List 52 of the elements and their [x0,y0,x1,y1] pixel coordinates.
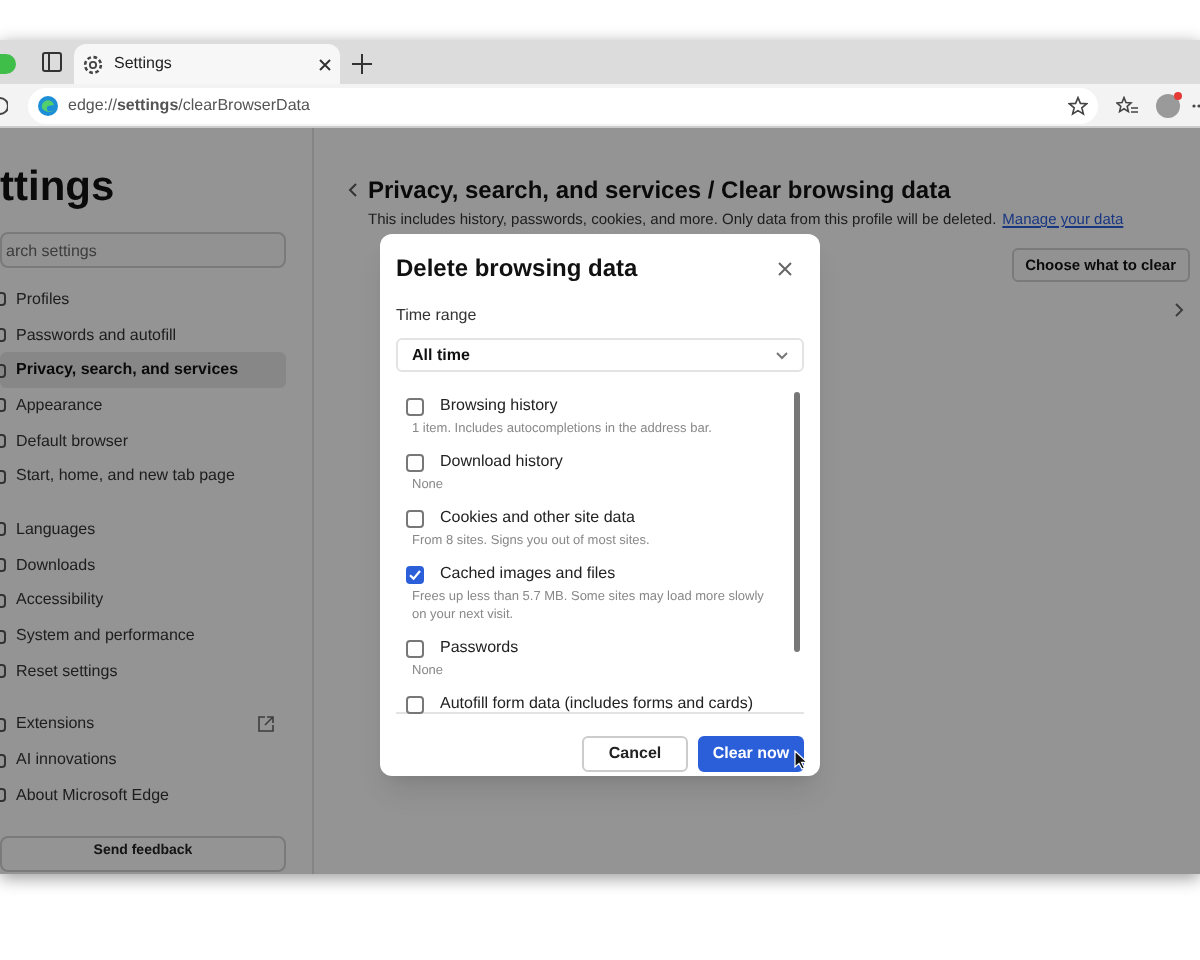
time-range-label: Time range [396,304,479,328]
sidebar-item[interactable]: Languages [0,512,286,548]
search-field[interactable]: arch settings [0,232,286,268]
option-label: Passwords [440,636,519,660]
sidebar-item[interactable]: Passwords and autofill [0,317,286,353]
sidebar-item[interactable]: System and performance [0,618,286,654]
browser-logo-icon [38,95,58,115]
checkbox[interactable] [406,397,424,415]
sidebar-item[interactable]: Reset settings [0,653,286,690]
gear-icon [82,53,104,75]
sidebar-item[interactable]: Default browser [0,423,286,459]
star-icon[interactable] [1068,95,1088,115]
checkbox[interactable] [406,639,424,657]
option-label: Cookies and other site data [440,506,635,530]
checkbox[interactable] [406,453,424,471]
back-icon[interactable] [348,182,358,198]
sidebar-item[interactable]: Extensions [0,707,286,743]
close-icon[interactable] [318,57,332,71]
checkbox[interactable] [406,565,424,583]
checkbox[interactable] [406,695,424,713]
profile-avatar[interactable] [1156,93,1180,117]
scrollbar[interactable] [794,392,800,652]
sidebar-item[interactable]: Profiles [0,282,286,318]
mouse-cursor-icon [794,750,808,770]
option-label: Download history [440,450,563,474]
option-label: Cached images and files [440,562,616,586]
sidebar-item[interactable]: About Microsoft Edge [0,777,286,814]
favorites-icon[interactable] [1116,95,1138,115]
sidebar-item[interactable]: Start, home, and new tab page [0,458,286,495]
url-text: edge://settings/clearBrowserData [68,93,312,117]
sidebar-item[interactable]: Accessibility [0,583,286,619]
reload-icon[interactable] [0,95,8,115]
address-bar[interactable]: edge://settings/clearBrowserData [28,87,1098,123]
browser-tab[interactable]: Settings [74,44,340,84]
dialog-title: Delete browsing data [396,252,638,286]
page-heading: Privacy, search, and services / Clear browsing data [368,174,951,208]
chevron-right-icon[interactable] [1174,302,1184,319]
checkbox[interactable] [406,509,424,527]
sidebar-item[interactable]: Appearance [0,388,286,424]
tab-strip-icon[interactable] [42,52,62,72]
sidebar-item[interactable]: Privacy, search, and services [0,352,286,389]
cancel-button[interactable]: Cancel [582,736,688,772]
sidebar-item[interactable]: AI innovations [0,742,286,778]
option-label: Autofill form data (includes forms and cards) [440,692,754,716]
clear-now-button[interactable]: Clear now [698,736,804,772]
settings-title: ttings [0,164,117,212]
tab-title: Settings [114,52,174,76]
option-label: Browsing history [440,394,558,418]
sidebar-item[interactable]: Downloads [0,547,286,583]
new-tab-icon[interactable] [352,54,372,74]
time-range-dropdown[interactable]: All time [396,338,804,372]
close-icon[interactable] [778,261,792,275]
